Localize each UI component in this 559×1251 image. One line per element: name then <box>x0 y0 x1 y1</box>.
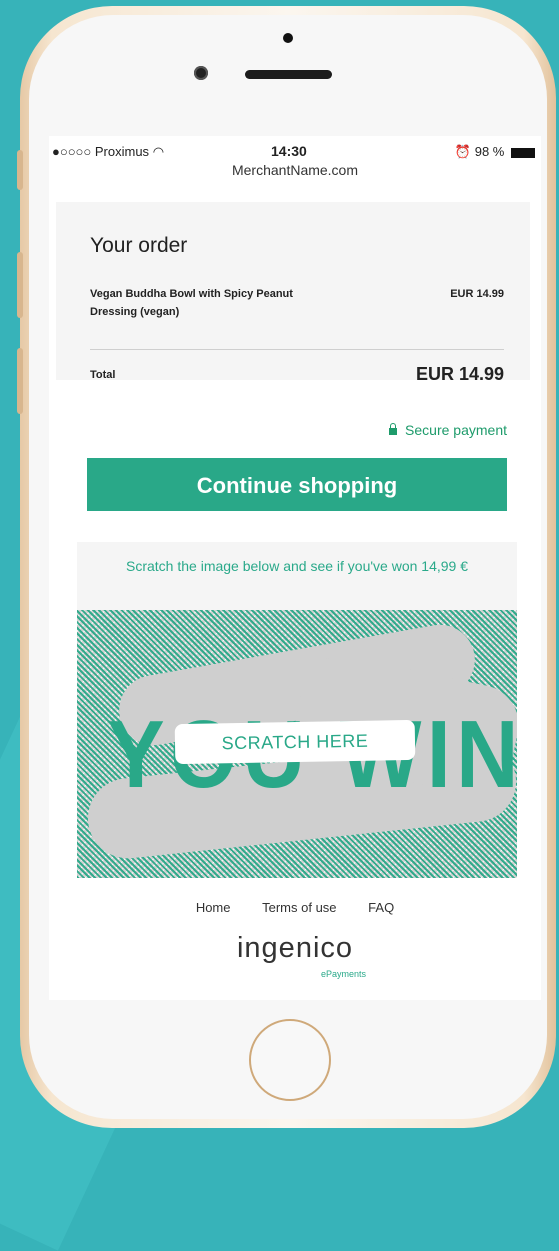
clock: 14:30 <box>271 143 307 159</box>
proximity-sensor <box>283 33 293 43</box>
secure-payment-label: Secure payment <box>389 422 507 438</box>
scratch-here-button[interactable]: SCRATCH HERE <box>174 719 416 765</box>
footer-link-faq[interactable]: FAQ <box>368 900 394 915</box>
carrier-label: ●○○○○ Proximus ◠ <box>52 144 165 159</box>
logo-wordmark: ingenico <box>236 932 354 964</box>
scratch-area[interactable]: YOU WIN SCRATCH HERE <box>77 610 517 878</box>
order-title: Your order <box>90 234 188 257</box>
logo-subtitle: ePayments <box>321 969 367 979</box>
phone-screen: ●○○○○ Proximus ◠ 14:30 ⏰ 98 % MerchantNa… <box>49 136 541 1000</box>
total-value: EUR 14.99 <box>415 364 504 384</box>
battery-status: ⏰ 98 % <box>455 144 535 160</box>
earpiece-speaker <box>245 70 332 79</box>
footer-link-home[interactable]: Home <box>196 900 231 915</box>
ingenico-logo: ingenico ePayments <box>49 932 541 979</box>
scratch-card-section: Scratch the image below and see if you'v… <box>77 542 517 878</box>
total-label: Total <box>90 369 116 381</box>
footer-links: Home Terms of use FAQ <box>49 900 541 915</box>
front-camera <box>194 66 208 80</box>
divider <box>90 349 504 350</box>
volume-down-button <box>17 348 23 414</box>
home-button[interactable] <box>249 1019 331 1101</box>
mute-switch <box>17 150 23 190</box>
lock-icon <box>389 423 398 435</box>
battery-icon <box>511 147 535 158</box>
order-summary: Your order Vegan Buddha Bowl with Spicy … <box>56 202 530 384</box>
continue-shopping-button[interactable]: Continue shopping <box>87 458 507 511</box>
footer-link-terms[interactable]: Terms of use <box>262 900 336 915</box>
scratch-prompt: Scratch the image below and see if you'v… <box>126 558 468 574</box>
item-price: EUR 14.99 <box>450 288 504 300</box>
item-name: Vegan Buddha Bowl with Spicy Peanut Dres… <box>90 288 293 318</box>
volume-up-button <box>17 252 23 318</box>
status-bar: ●○○○○ Proximus ◠ 14:30 ⏰ 98 % <box>49 136 541 162</box>
url-bar[interactable]: MerchantName.com <box>49 162 541 184</box>
wifi-icon: ◠ <box>152 144 165 159</box>
alarm-icon: ⏰ <box>454 144 472 159</box>
